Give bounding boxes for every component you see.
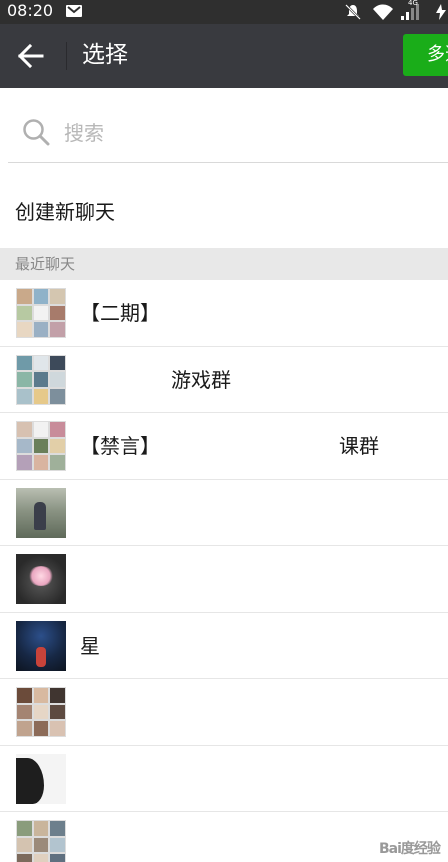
chat-name: 【禁言】 [80,434,160,458]
watermark: Bai度经验 [375,836,448,862]
chat-list: 【二期】 游戏群 【禁言】 课群 星 [0,280,448,862]
mute-icon [345,4,361,20]
network-type: 4G [408,0,418,7]
chat-name: 【二期】 [80,301,160,325]
group-avatar [16,421,66,471]
chat-list-item[interactable]: 游戏群 [0,346,448,413]
watermark-text: Bai度经验 [379,841,441,857]
status-icons [338,0,448,24]
search-underline [8,162,448,163]
group-avatar [16,820,66,862]
app-bar: 选择 多选 [0,24,448,88]
back-button[interactable] [10,38,50,74]
wifi-icon [373,4,393,20]
search-bar [0,88,448,168]
chat-name: 星 [80,633,100,658]
flower-avatar [16,554,66,604]
chat-list-item[interactable]: 【禁言】 课群 [0,413,448,480]
back-arrow-icon [18,44,44,68]
notification-icon [66,5,82,17]
night-photo-avatar [16,620,66,671]
status-bar: 08:20 4G [0,0,448,24]
photo-avatar [16,487,66,538]
group-avatar [16,687,66,737]
chat-list-item[interactable] [0,479,448,546]
page-title: 选择 [82,42,128,68]
group-avatar [16,288,66,338]
app-bar-divider [66,42,67,70]
chat-list-item[interactable] [0,745,448,812]
chat-list-item[interactable] [0,546,448,613]
group-avatar [16,354,66,405]
chat-list-item[interactable] [0,679,448,746]
chat-name-suffix: 课群 [339,434,379,458]
chat-list-item[interactable]: 星 [0,612,448,679]
recent-chats-header: 最近聊天 [0,248,448,280]
battery-icon [436,4,446,20]
silhouette-avatar [16,753,66,804]
chat-name: 游戏群 [171,367,231,392]
create-new-chat-item[interactable]: 创建新聊天 [0,168,448,248]
chat-list-item[interactable]: 【二期】 [0,280,448,347]
status-time: 08:20 [7,1,54,20]
search-icon [23,119,50,146]
multi-select-button[interactable]: 多选 [403,34,448,76]
create-new-chat-label: 创建新聊天 [15,200,115,224]
search-input[interactable] [64,118,424,148]
recent-chats-label: 最近聊天 [15,255,76,273]
